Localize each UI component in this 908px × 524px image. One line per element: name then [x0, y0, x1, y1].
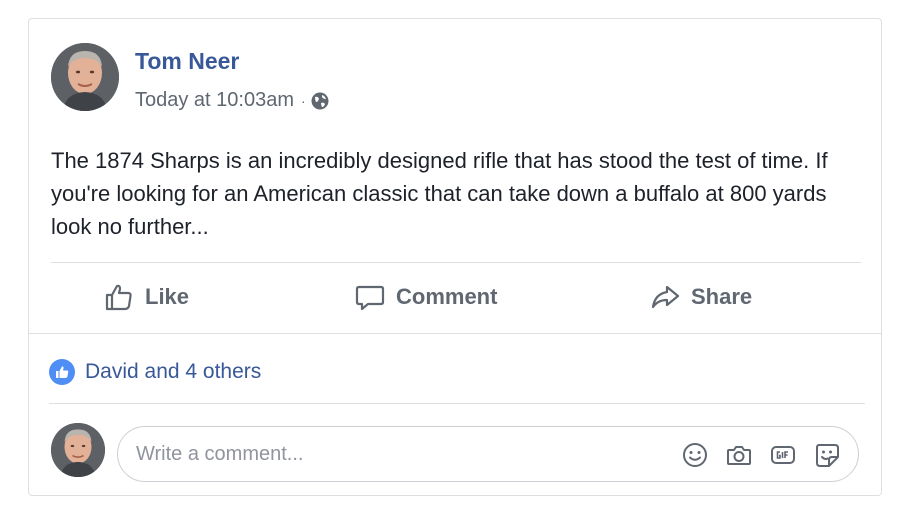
smiley-icon[interactable]	[680, 440, 710, 470]
reactions-text[interactable]: David and 4 others	[85, 360, 261, 384]
speech-bubble-icon	[355, 285, 385, 311]
reactions-summary[interactable]: David and 4 others	[49, 359, 261, 385]
like-button[interactable]: Like	[103, 281, 189, 313]
thumbs-up-icon	[49, 359, 75, 385]
like-label: Like	[145, 284, 190, 309]
divider	[49, 403, 865, 404]
camera-icon[interactable]	[724, 440, 754, 470]
comment-input[interactable]	[136, 427, 656, 481]
author-name[interactable]: Tom Neer	[135, 48, 239, 75]
comment-label: Comment	[396, 284, 498, 309]
meta-separator: ·	[301, 92, 306, 109]
commenter-avatar[interactable]	[51, 423, 105, 477]
post-card: Tom Neer Today at 10:03am · The 1874 Sha…	[28, 18, 882, 496]
share-arrow-icon	[651, 285, 680, 309]
post-meta: Today at 10:03am ·	[135, 89, 330, 112]
section-divider	[29, 333, 881, 334]
share-label: Share	[691, 284, 753, 309]
gif-icon[interactable]	[768, 440, 798, 470]
thumbs-up-icon	[105, 284, 132, 311]
author-avatar[interactable]	[51, 43, 119, 111]
comment-tools	[680, 440, 842, 470]
post-text: The 1874 Sharps is an incredibly designe…	[51, 148, 828, 239]
globe-icon[interactable]	[310, 91, 330, 111]
action-bar: Like Comment Share	[51, 269, 861, 331]
sticker-icon[interactable]	[812, 440, 842, 470]
divider	[51, 262, 861, 263]
share-button[interactable]: Share	[649, 281, 752, 313]
comment-composer	[117, 426, 859, 482]
post-timestamp[interactable]: Today at 10:03am	[135, 89, 294, 112]
comment-button[interactable]: Comment	[354, 281, 497, 313]
